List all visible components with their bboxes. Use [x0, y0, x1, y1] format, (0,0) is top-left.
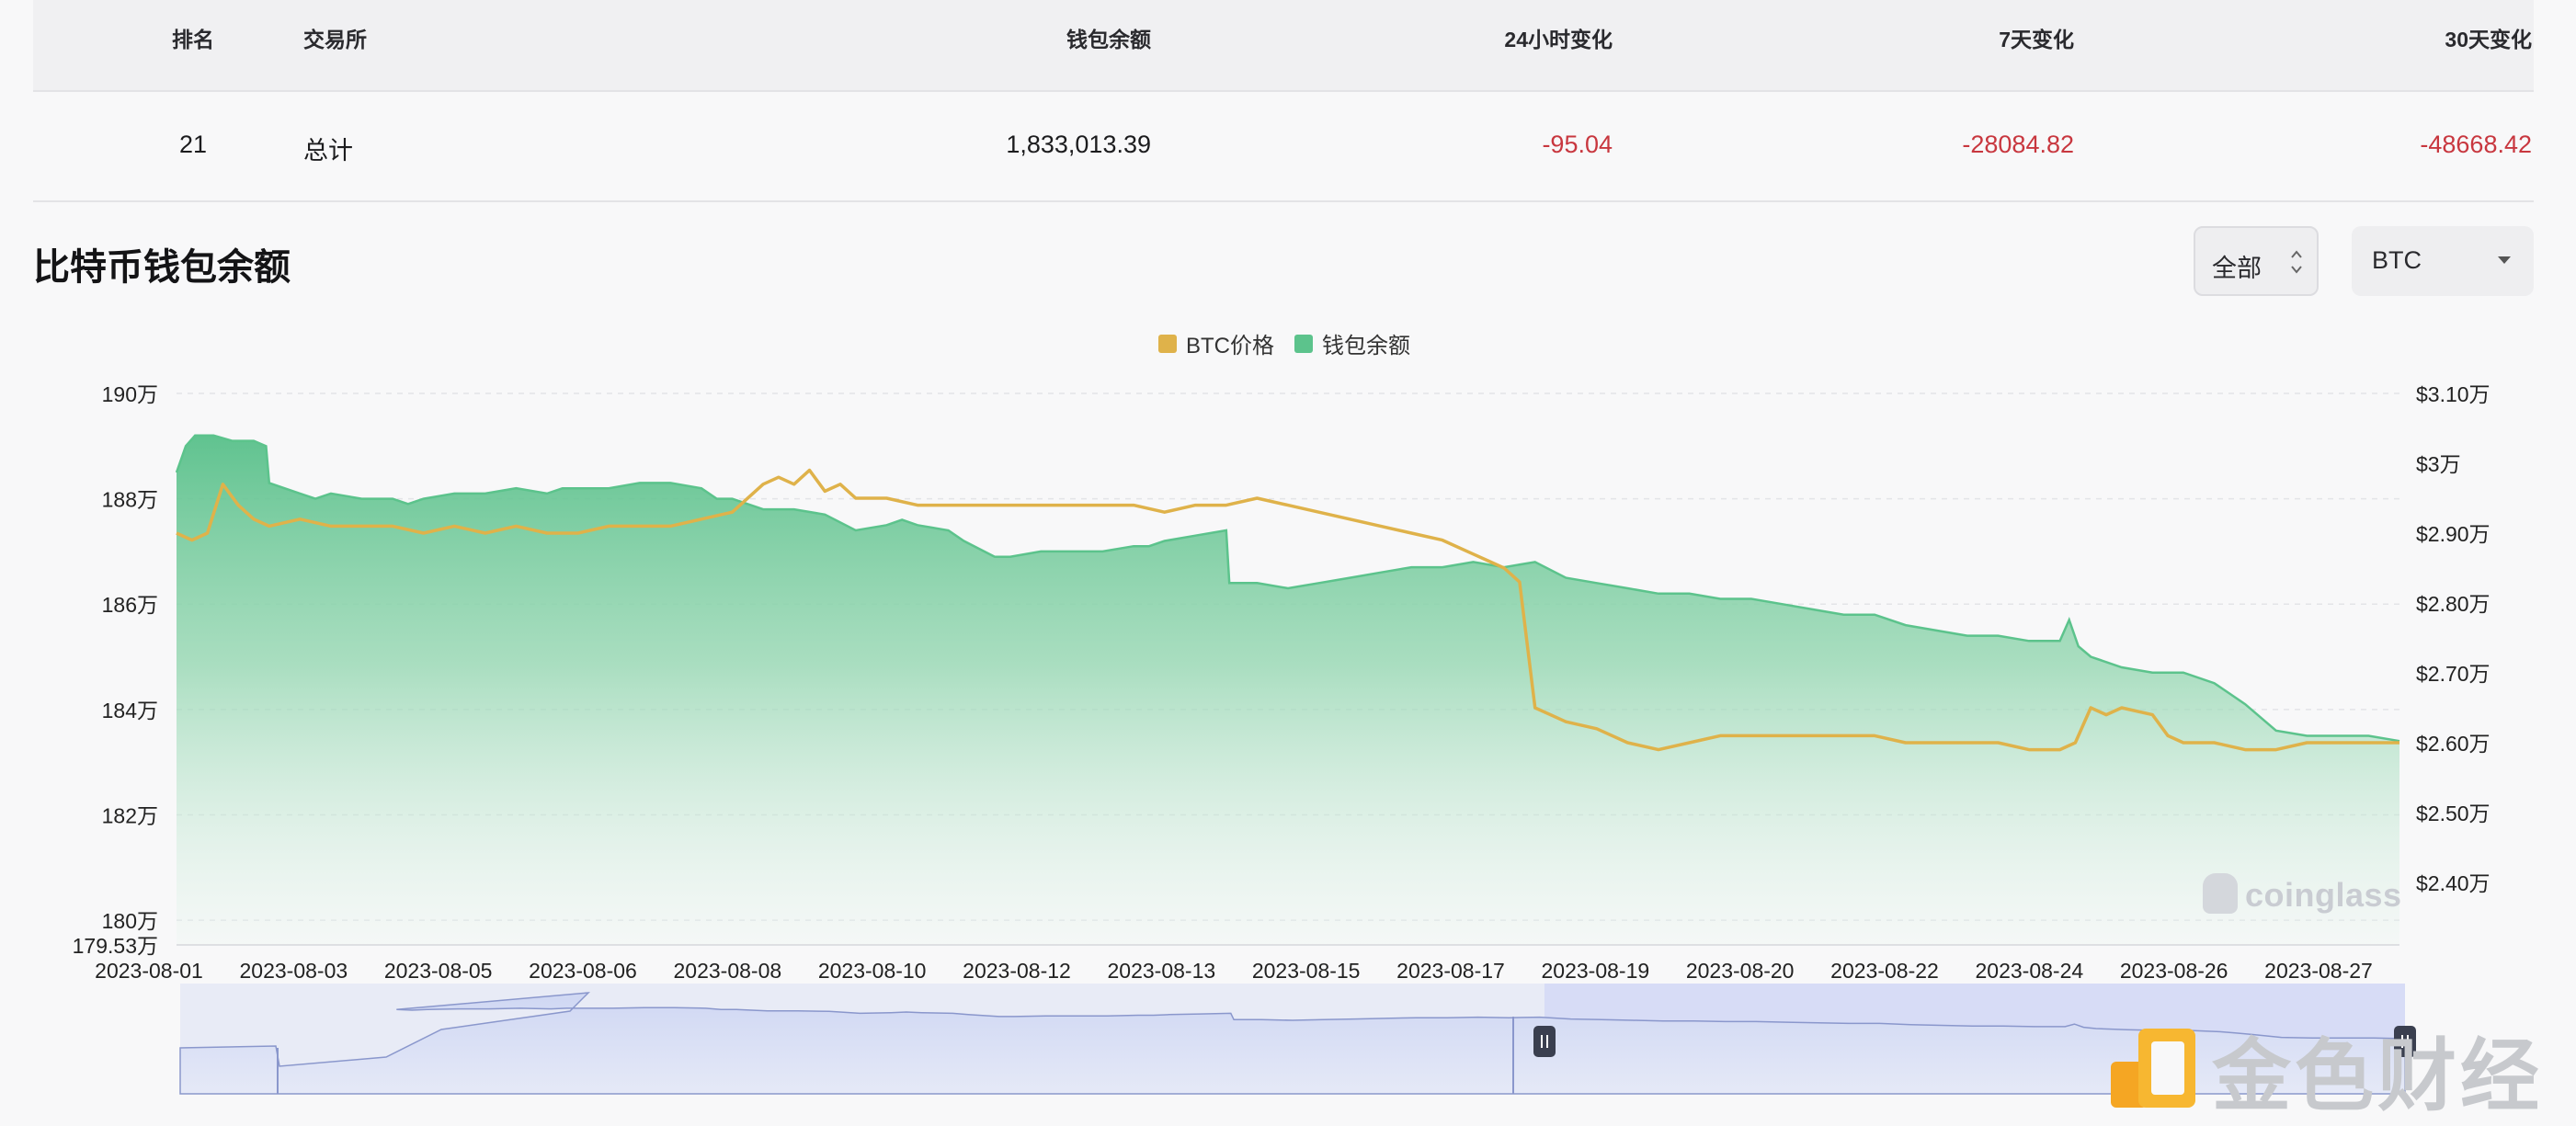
- y-right-tick-label: $2.90万: [2416, 522, 2491, 546]
- x-tick-label: 2023-08-03: [240, 959, 348, 983]
- y-left-tick-label: 190万: [102, 382, 158, 406]
- y-left-min-label: 179.53万: [73, 934, 158, 958]
- range-navigator[interactable]: [179, 984, 2416, 1095]
- y-axis-left: 190万 188万 186万 184万 182万 180万179.53万: [73, 382, 158, 958]
- y-left-tick-label: 182万: [102, 803, 158, 827]
- x-tick-label: 2023-08-01: [95, 959, 203, 983]
- balance-area: [177, 435, 2399, 945]
- x-tick-label: 2023-08-19: [1542, 959, 1650, 983]
- x-tick-label: 2023-08-06: [529, 959, 637, 983]
- y-right-tick-label: $2.70万: [2416, 662, 2491, 686]
- x-tick-label: 2023-08-27: [2264, 959, 2373, 983]
- y-right-tick-label: $2.40万: [2416, 871, 2491, 895]
- balance-chart[interactable]: 190万188万186万184万182万180万179.53万 $3.10万$3…: [0, 0, 2576, 1120]
- coinglass-watermark: coinglass: [2203, 873, 2402, 915]
- x-tick-label: 2023-08-24: [1976, 959, 2084, 983]
- watermark-text: coinglass: [2245, 876, 2402, 914]
- x-tick-label: 2023-08-22: [1830, 959, 1939, 983]
- x-tick-label: 2023-08-13: [1108, 959, 1216, 983]
- y-right-tick-label: $2.60万: [2416, 732, 2491, 756]
- y-left-tick-label: 184万: [102, 699, 158, 722]
- x-tick-label: 2023-08-10: [818, 959, 927, 983]
- logo-text: 金色财经: [2212, 1032, 2543, 1120]
- y-right-tick-label: $3.10万: [2416, 382, 2491, 406]
- y-right-tick-label: $3万: [2416, 452, 2461, 476]
- jinse-logo-icon: [2111, 1028, 2195, 1108]
- x-tick-label: 2023-08-08: [674, 959, 782, 983]
- x-tick-label: 2023-08-05: [384, 959, 493, 983]
- jinse-logo: 金色财经: [2111, 1011, 2543, 1126]
- y-left-tick-label: 186万: [102, 593, 158, 617]
- x-tick-label: 2023-08-12: [963, 959, 1071, 983]
- x-tick-label: 2023-08-26: [2120, 959, 2228, 983]
- coinglass-logo-icon: [2203, 873, 2238, 914]
- series-layer: [175, 434, 2400, 945]
- y-left-tick-label: 188万: [102, 488, 158, 512]
- x-tick-label: 2023-08-15: [1252, 959, 1361, 983]
- y-right-tick-label: $2.50万: [2416, 802, 2491, 825]
- x-axis: 2023-08-01 2023-08-03 2023-08-05 2023-08-06…: [95, 944, 2399, 983]
- navigator-handle-left[interactable]: [1533, 1026, 1556, 1057]
- x-tick-label: 2023-08-20: [1686, 959, 1795, 983]
- y-left-tick-label: 180万: [102, 909, 158, 933]
- x-tick-label: 2023-08-17: [1396, 959, 1505, 983]
- y-axis-right: $3.10万 $3万 $2.90万 $2.80万 $2.70万 $2.60万 $2.50万 $…: [2416, 382, 2491, 895]
- y-right-tick-label: $2.80万: [2416, 592, 2491, 616]
